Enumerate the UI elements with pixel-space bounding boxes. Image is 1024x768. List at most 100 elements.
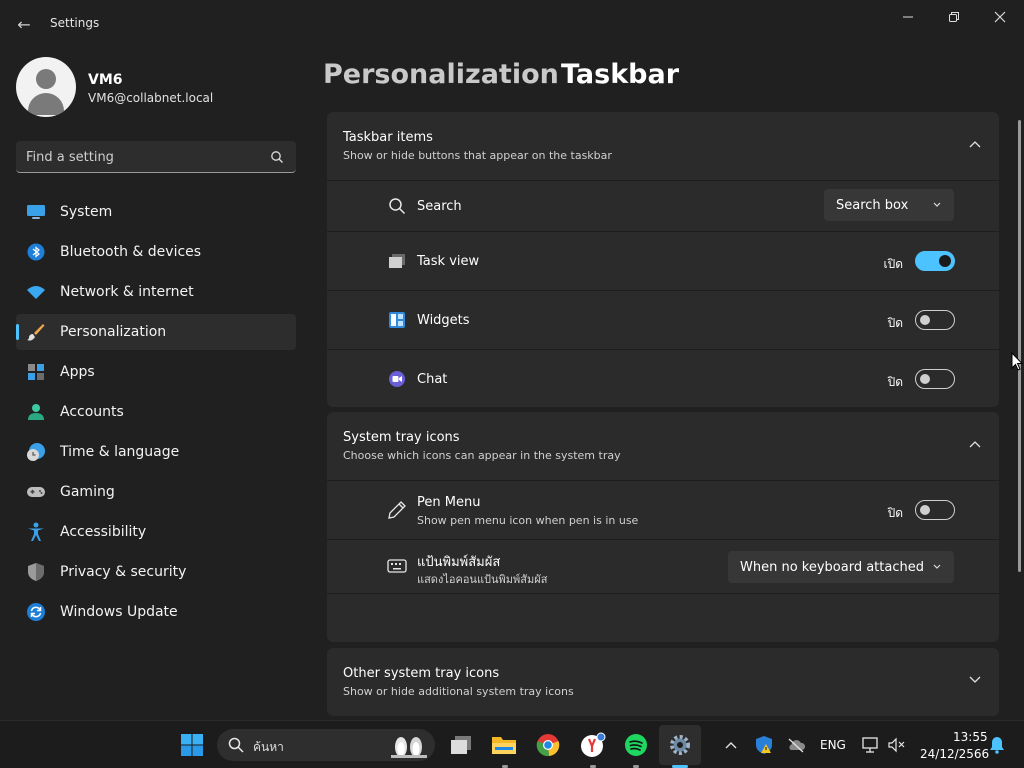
taskbar-task-view-button[interactable] — [447, 731, 475, 759]
sidebar-item-accessibility[interactable]: Accessibility — [16, 514, 296, 550]
sidebar-item-bluetooth[interactable]: Bluetooth & devices — [16, 234, 296, 270]
pen-menu-toggle[interactable] — [915, 500, 955, 520]
search-icon — [228, 737, 244, 753]
page-title: Taskbar — [561, 59, 680, 90]
sidebar-item-accounts[interactable]: Accounts — [16, 394, 296, 430]
sidebar-item-label: Accessibility — [60, 524, 147, 540]
sidebar-item-privacy[interactable]: Privacy & security — [16, 554, 296, 590]
clock-globe-icon — [26, 442, 46, 462]
task-view-icon — [451, 736, 471, 754]
app-title: Settings — [50, 16, 100, 30]
update-icon — [26, 602, 46, 622]
back-arrow-icon: ← — [17, 14, 31, 34]
chevron-down-icon — [933, 202, 941, 207]
settings-search-box[interactable] — [16, 141, 296, 173]
chevron-down-icon[interactable] — [969, 676, 981, 684]
minimize-button[interactable] — [886, 6, 930, 28]
group-description: Choose which icons can appear in the sys… — [343, 449, 621, 462]
avatar-body — [28, 93, 64, 115]
setting-label: Widgets — [417, 313, 470, 328]
sidebar-item-time-language[interactable]: Time & language — [16, 434, 296, 470]
chevron-down-icon — [933, 564, 941, 569]
pen-icon — [387, 500, 407, 520]
other-system-tray-icons-group[interactable]: Other system tray icons Show or hide add… — [327, 648, 999, 716]
user-email: VM6@collabnet.local — [88, 91, 214, 105]
setting-label: Chat — [417, 372, 448, 387]
toggle-knob — [920, 374, 930, 384]
sidebar-item-apps[interactable]: Apps — [16, 354, 296, 390]
gamepad-icon — [26, 482, 46, 502]
toggle-state-text: ปิด — [887, 375, 903, 389]
sidebar-item-network[interactable]: Network & internet — [16, 274, 296, 310]
sidebar-item-label: Bluetooth & devices — [60, 244, 202, 260]
taskbar-search-label: ค้นหา — [253, 740, 284, 754]
sidebar-item-gaming[interactable]: Gaming — [16, 474, 296, 510]
system-tray-icons-header[interactable]: System tray icons Choose which icons can… — [327, 412, 999, 480]
start-button[interactable] — [178, 731, 206, 759]
taskbar-chrome-button[interactable] — [534, 731, 562, 759]
sidebar-item-label: Personalization — [60, 324, 167, 340]
bluetooth-icon — [26, 242, 46, 262]
penguins-highlight-icon — [391, 737, 427, 758]
spotify-icon — [625, 734, 647, 756]
notifications-button[interactable] — [983, 731, 1011, 759]
taskbar-spotify-button[interactable] — [622, 731, 650, 759]
back-button[interactable]: ← — [10, 10, 38, 38]
touch-keyboard-dropdown[interactable]: When no keyboard attached — [728, 551, 954, 583]
breadcrumb-parent-link[interactable]: Personalization — [323, 59, 559, 90]
widgets-toggle[interactable] — [915, 310, 955, 330]
sidebar-item-label: Network & internet — [60, 284, 194, 300]
chat-toggle[interactable] — [915, 369, 955, 389]
input-language-indicator[interactable]: ENG — [820, 738, 846, 752]
sidebar-item-system[interactable]: System — [16, 194, 296, 230]
system-icon — [26, 202, 46, 222]
group-title: Taskbar items — [343, 130, 433, 145]
restore-icon — [949, 12, 959, 22]
close-button[interactable] — [978, 6, 1022, 28]
yandex-browser-icon — [581, 732, 606, 757]
task-view-icon — [387, 251, 407, 271]
taskbar-search-box[interactable]: ค้นหา — [217, 729, 435, 761]
taskbar-yandex-button[interactable] — [579, 731, 607, 759]
setting-row-task-view: Task view เปิด — [327, 231, 999, 290]
taskbar-settings-button[interactable] — [666, 731, 694, 759]
mouse-cursor-icon — [1011, 352, 1023, 371]
windows-taskbar: ค้นหา ENG 13:55 24/12/2566 — [0, 720, 1024, 768]
dropdown-value: Search box — [836, 197, 909, 213]
sidebar-item-label: Gaming — [60, 484, 115, 500]
taskbar-items-header[interactable]: Taskbar items Show or hide buttons that … — [327, 112, 999, 180]
chevron-up-icon[interactable] — [969, 440, 981, 448]
widgets-icon — [387, 310, 407, 330]
search-icon[interactable] — [270, 150, 284, 164]
sidebar-item-windows-update[interactable]: Windows Update — [16, 594, 296, 630]
cloud-offline-icon — [788, 738, 806, 753]
dropdown-value: When no keyboard attached — [740, 559, 924, 575]
setting-row-widgets: Widgets ปิด — [327, 290, 999, 349]
search-input[interactable] — [26, 147, 266, 167]
group-title: Other system tray icons — [343, 666, 500, 681]
sidebar-item-personalization[interactable]: Personalization — [16, 314, 296, 350]
toggle-knob — [939, 255, 951, 267]
volume-muted-icon — [888, 737, 905, 753]
accounts-icon — [26, 402, 46, 422]
scrollbar-thumb[interactable] — [1018, 120, 1021, 572]
search-icon — [387, 196, 407, 216]
network-tray-button[interactable] — [857, 731, 885, 759]
clock-date[interactable]: 24/12/2566 — [920, 747, 989, 761]
maximize-button[interactable] — [932, 6, 976, 28]
setting-description: Show pen menu icon when pen is in use — [417, 514, 639, 527]
group-title: System tray icons — [343, 430, 460, 445]
onedrive-tray-button[interactable] — [782, 731, 810, 759]
minimize-icon — [903, 16, 913, 18]
windows-security-tray-button[interactable] — [750, 731, 778, 759]
search-style-dropdown[interactable]: Search box — [824, 189, 954, 221]
task-view-toggle[interactable] — [915, 251, 955, 271]
taskbar-file-explorer-button[interactable] — [490, 731, 518, 759]
show-hidden-icons-button[interactable] — [717, 731, 745, 759]
volume-tray-button[interactable] — [883, 731, 911, 759]
avatar[interactable] — [16, 57, 76, 117]
chevron-up-icon[interactable] — [969, 140, 981, 148]
sidebar-item-label: Accounts — [60, 404, 124, 420]
setting-row-chat: Chat ปิด — [327, 349, 999, 407]
chevron-up-icon — [725, 742, 737, 749]
